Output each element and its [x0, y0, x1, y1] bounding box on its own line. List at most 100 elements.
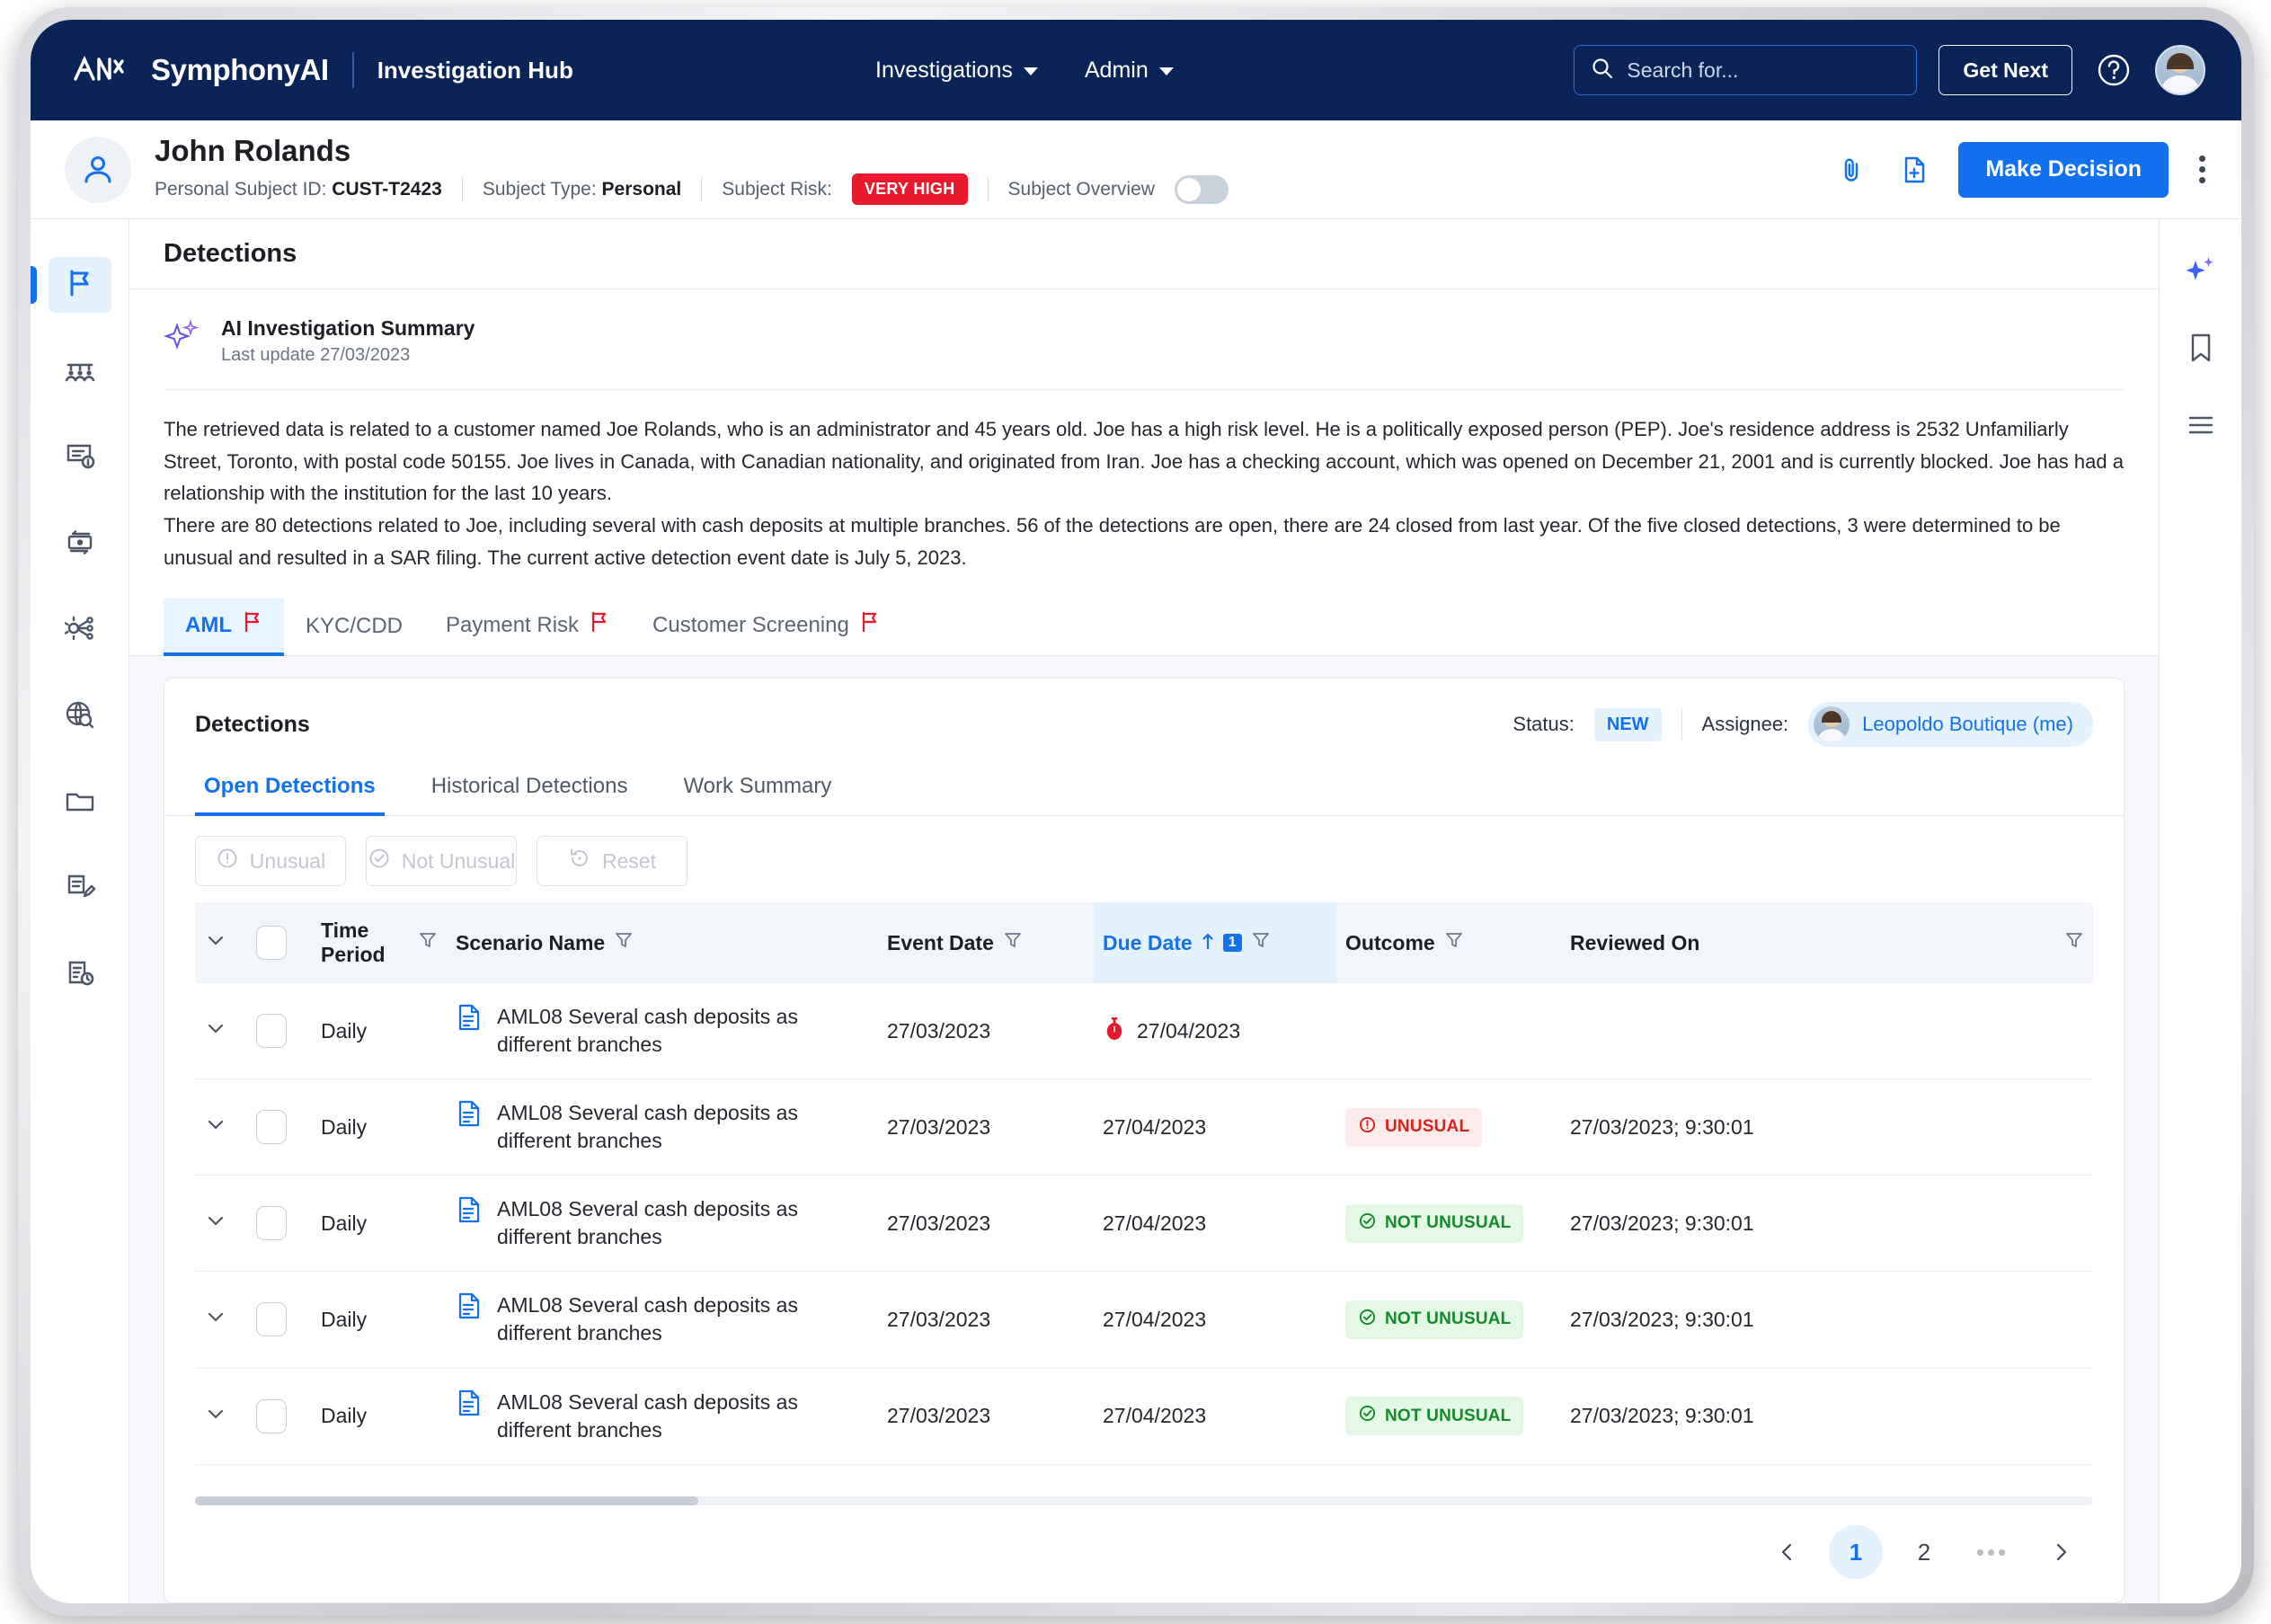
- chevron-down-icon[interactable]: [204, 1407, 227, 1430]
- chevron-down-icon[interactable]: [204, 933, 227, 956]
- sidebar-item-detections[interactable]: [31, 257, 111, 313]
- table-row[interactable]: Daily AML08 Several cash deposits as dif…: [195, 1175, 2093, 1273]
- user-avatar[interactable]: [2155, 45, 2205, 95]
- sidebar-item-transactions[interactable]: [49, 516, 111, 572]
- row-checkbox[interactable]: [256, 1014, 287, 1049]
- row-select-cell[interactable]: [247, 1368, 312, 1465]
- chevron-down-icon[interactable]: [204, 1213, 227, 1237]
- table-row[interactable]: Daily AML08 Several cash deposits as dif…: [195, 1271, 2093, 1369]
- table-horizontal-scrollbar[interactable]: [195, 1496, 2093, 1505]
- row-expand-cell[interactable]: [195, 983, 247, 1080]
- row-reviewed-on: 27/03/2023; 9:30:01: [1561, 1078, 2093, 1176]
- expand-all-header[interactable]: [195, 902, 247, 984]
- mark-unusual-button[interactable]: Unusual: [195, 836, 346, 887]
- sidebar-item-parties[interactable]: [49, 343, 111, 399]
- tab-historical-detections[interactable]: Historical Detections: [422, 765, 637, 815]
- nav-item-admin[interactable]: Admin: [1085, 58, 1174, 84]
- paperclip-icon[interactable]: [1832, 151, 1870, 189]
- app-screen: SymphonyAI Investigation Hub Investigati…: [31, 20, 2241, 1603]
- mark-not-unusual-button[interactable]: Not Unusual: [366, 836, 517, 887]
- select-all-checkbox[interactable]: [256, 926, 287, 961]
- tab-payment-risk[interactable]: Payment Risk: [424, 599, 631, 655]
- help-circle-icon[interactable]: [2094, 50, 2133, 90]
- tab-work-summary[interactable]: Work Summary: [674, 765, 840, 815]
- pagination-next-button[interactable]: [2034, 1525, 2088, 1579]
- row-scenario-cell: AML08 Several cash deposits as different…: [447, 1271, 878, 1369]
- get-next-button[interactable]: Get Next: [1938, 45, 2072, 95]
- pagination-prev-button[interactable]: [1761, 1525, 1814, 1579]
- chevron-down-icon[interactable]: [204, 1021, 227, 1044]
- bookmarks-button[interactable]: [2176, 327, 2226, 372]
- table-row[interactable]: Daily AML08 Several cash deposits as dif…: [195, 1078, 2093, 1176]
- tab-customer-screening[interactable]: Customer Screening: [631, 599, 901, 655]
- row-checkbox[interactable]: [256, 1206, 287, 1241]
- row-select-cell[interactable]: [247, 1175, 312, 1273]
- file-plus-icon[interactable]: [1895, 151, 1933, 189]
- document-icon: [456, 1389, 483, 1423]
- nav-item-investigations[interactable]: Investigations: [875, 58, 1038, 84]
- sort-ascending-icon[interactable]: [1202, 931, 1214, 955]
- tab-aml[interactable]: AML: [164, 599, 284, 657]
- filter-icon[interactable]: [1251, 930, 1271, 955]
- reviewed-on-header[interactable]: Reviewed On: [1561, 902, 2093, 984]
- scrollbar-thumb[interactable]: [195, 1496, 698, 1505]
- time-period-header[interactable]: Time Period: [312, 902, 447, 984]
- alert-circle-icon: [1358, 1115, 1377, 1140]
- meta-divider: [1681, 709, 1682, 741]
- sidebar-item-network[interactable]: [49, 602, 111, 658]
- row-checkbox[interactable]: [256, 1398, 287, 1433]
- filter-icon[interactable]: [614, 930, 634, 955]
- check-circle-icon: [1358, 1308, 1377, 1332]
- row-expand-cell[interactable]: [195, 1368, 247, 1465]
- nav-item-admin-label: Admin: [1084, 57, 1149, 83]
- ai-assistant-button[interactable]: [2176, 250, 2226, 295]
- kebab-menu-icon[interactable]: [2194, 150, 2211, 189]
- main-content: Detections AI Investigation Summary Last…: [129, 219, 2159, 1603]
- sidebar-item-details[interactable]: [49, 430, 111, 485]
- detections-panel-area: Detections Status: NEW Assignee: Leopold…: [129, 656, 2159, 1603]
- pagination-page-1[interactable]: 1: [1829, 1525, 1883, 1579]
- row-time-period: Daily: [312, 1368, 447, 1465]
- detections-panel-meta: Status: NEW Assignee: Leopoldo Boutique …: [1513, 702, 2093, 748]
- category-tabs: AML KYC/CDD Payment Risk Customer Screen…: [129, 573, 2159, 657]
- table-header-row: Time Period Scenario Name Event Date Due…: [195, 902, 2093, 984]
- row-select-cell[interactable]: [247, 983, 312, 1080]
- tab-open-detections[interactable]: Open Detections: [195, 765, 385, 817]
- table-row[interactable]: Daily AML08 Several cash deposits as dif…: [195, 983, 2093, 1080]
- select-all-header[interactable]: [247, 902, 312, 984]
- row-select-cell[interactable]: [247, 1078, 312, 1176]
- filter-icon[interactable]: [2064, 930, 2084, 955]
- row-checkbox[interactable]: [256, 1110, 287, 1145]
- due-date-header[interactable]: Due Date 1: [1094, 902, 1336, 984]
- row-expand-cell[interactable]: [195, 1078, 247, 1176]
- filter-icon[interactable]: [1003, 930, 1023, 955]
- event-date-header[interactable]: Event Date: [878, 902, 1094, 984]
- sidebar-item-files[interactable]: [49, 775, 111, 830]
- sidebar-item-notes[interactable]: [49, 861, 111, 917]
- row-expand-cell[interactable]: [195, 1271, 247, 1369]
- reset-button[interactable]: Reset: [537, 836, 688, 887]
- device-frame: SymphonyAI Investigation Hub Investigati…: [18, 7, 2254, 1616]
- subject-overview-toggle[interactable]: [1174, 174, 1229, 204]
- row-checkbox[interactable]: [256, 1302, 287, 1337]
- sidebar-item-history[interactable]: [49, 947, 111, 1003]
- filter-icon[interactable]: [1444, 930, 1464, 955]
- document-icon: [456, 1195, 483, 1229]
- scenario-name-header[interactable]: Scenario Name: [447, 902, 878, 984]
- filter-icon[interactable]: [418, 930, 438, 955]
- row-expand-cell[interactable]: [195, 1175, 247, 1273]
- outcome-header[interactable]: Outcome: [1336, 902, 1561, 984]
- table-row[interactable]: Daily AML08 Several cash deposits as dif…: [195, 1368, 2093, 1465]
- pagination-page-2[interactable]: 2: [1897, 1525, 1951, 1579]
- detections-table-body: Daily AML08 Several cash deposits as dif…: [195, 983, 2093, 1465]
- assignee-chip[interactable]: Leopoldo Boutique (me): [1808, 702, 2093, 748]
- tab-kyc-cdd[interactable]: KYC/CDD: [284, 601, 424, 655]
- outcome-badge-label: NOT UNUSUAL: [1385, 1213, 1512, 1233]
- search-input[interactable]: Search for...: [1574, 45, 1918, 95]
- activity-list-button[interactable]: [2176, 404, 2226, 449]
- chevron-down-icon[interactable]: [204, 1117, 227, 1140]
- chevron-down-icon[interactable]: [204, 1309, 227, 1333]
- sidebar-item-research[interactable]: [49, 688, 111, 744]
- make-decision-button[interactable]: Make Decision: [1958, 141, 2169, 198]
- row-select-cell[interactable]: [247, 1271, 312, 1369]
